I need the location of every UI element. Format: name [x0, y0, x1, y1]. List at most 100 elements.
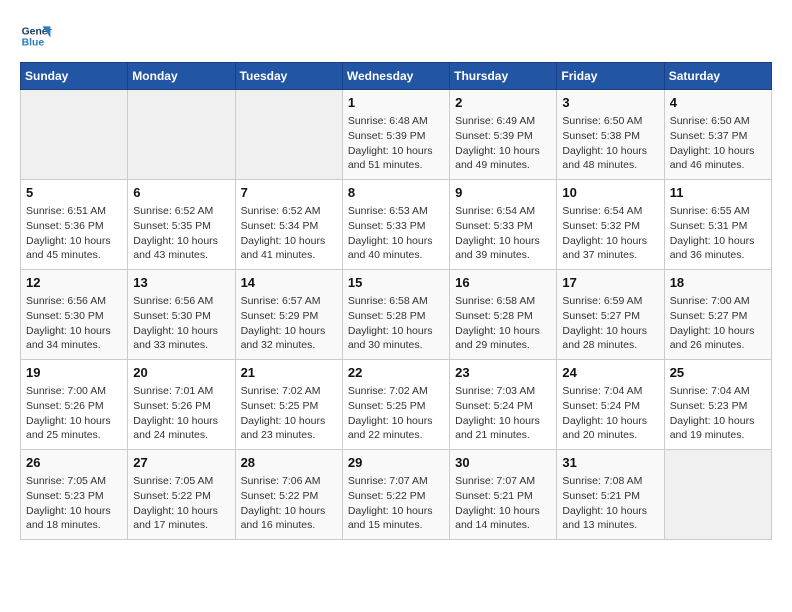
calendar-cell: 16Sunrise: 6:58 AM Sunset: 5:28 PM Dayli… [450, 270, 557, 360]
day-number: 1 [348, 94, 444, 112]
calendar-cell [235, 90, 342, 180]
day-info: Sunrise: 7:02 AM Sunset: 5:25 PM Dayligh… [241, 384, 337, 443]
calendar-cell: 24 Sunrise: 7:04 AM Sunset: 5:24 PM Dayli… [557, 360, 664, 450]
day-info: Sunrise: 7:06 AM Sunset: 5:22 PM Dayligh… [241, 474, 337, 533]
calendar-cell [128, 90, 235, 180]
column-header-thursday: Thursday [450, 63, 557, 90]
calendar-cell: 1 Sunrise: 6:48 AM Sunset: 5:39 PM Daylig… [342, 90, 449, 180]
calendar-cell: 10 Sunrise: 6:54 AM Sunset: 5:32 PM Dayli… [557, 180, 664, 270]
day-number: 21 [241, 364, 337, 382]
day-info: Sunrise: 6:52 AM Sunset: 5:35 PM Dayligh… [133, 204, 229, 263]
calendar-cell: 18 Sunrise: 7:00 AM Sunset: 5:27 PM Dayli… [664, 270, 771, 360]
svg-text:Blue: Blue [22, 38, 45, 49]
day-number: 22 [348, 364, 444, 382]
day-info: Sunrise: 6:55 AM Sunset: 5:31 PM Dayligh… [670, 204, 766, 263]
calendar-cell: 19 Sunrise: 7:00 AM Sunset: 5:26 PM Dayli… [21, 360, 128, 450]
day-info: Sunrise: 7:03 AM Sunset: 5:24 PM Dayligh… [455, 384, 551, 443]
calendar-cell [664, 450, 771, 540]
day-number: 20 [133, 364, 229, 382]
calendar-cell: 22 Sunrise: 7:02 AM Sunset: 5:25 PM Dayli… [342, 360, 449, 450]
day-number: 18 [670, 274, 766, 292]
calendar-cell: 17 Sunrise: 6:59 AM Sunset: 5:27 PM Dayli… [557, 270, 664, 360]
calendar-cell: 28 Sunrise: 7:06 AM Sunset: 5:22 PM Dayli… [235, 450, 342, 540]
day-number: 23 [455, 364, 551, 382]
day-info: Sunrise: 7:02 AM Sunset: 5:25 PM Dayligh… [348, 384, 444, 443]
day-info: Sunrise: 6:54 AM Sunset: 5:32 PM Dayligh… [562, 204, 658, 263]
calendar-cell: 20 Sunrise: 7:01 AM Sunset: 5:26 PM Dayli… [128, 360, 235, 450]
day-number: 6 [133, 184, 229, 202]
column-header-friday: Friday [557, 63, 664, 90]
calendar-cell: 25 Sunrise: 7:04 AM Sunset: 5:23 PM Dayli… [664, 360, 771, 450]
day-number: 3 [562, 94, 658, 112]
column-header-monday: Monday [128, 63, 235, 90]
day-info: Sunrise: 7:01 AM Sunset: 5:26 PM Dayligh… [133, 384, 229, 443]
day-info: Sunrise: 6:56 AM Sunset: 5:30 PM Dayligh… [26, 294, 122, 353]
day-info: Sunrise: 7:08 AM Sunset: 5:21 PM Dayligh… [562, 474, 658, 533]
day-number: 30 [455, 454, 551, 472]
day-number: 26 [26, 454, 122, 472]
calendar-cell: 29Sunrise: 7:07 AM Sunset: 5:22 PM Dayli… [342, 450, 449, 540]
day-info: Sunrise: 7:05 AM Sunset: 5:23 PM Dayligh… [26, 474, 122, 533]
calendar-cell: 6 Sunrise: 6:52 AM Sunset: 5:35 PM Daylig… [128, 180, 235, 270]
day-info: Sunrise: 6:56 AM Sunset: 5:30 PM Dayligh… [133, 294, 229, 353]
calendar-cell: 26 Sunrise: 7:05 AM Sunset: 5:23 PM Dayli… [21, 450, 128, 540]
day-number: 19 [26, 364, 122, 382]
day-info: Sunrise: 6:54 AM Sunset: 5:33 PM Dayligh… [455, 204, 551, 263]
day-info: Sunrise: 6:53 AM Sunset: 5:33 PM Dayligh… [348, 204, 444, 263]
day-info: Sunrise: 6:52 AM Sunset: 5:34 PM Dayligh… [241, 204, 337, 263]
logo: General Blue [20, 20, 56, 52]
calendar-cell: 2 Sunrise: 6:49 AM Sunset: 5:39 PM Daylig… [450, 90, 557, 180]
day-info: Sunrise: 6:50 AM Sunset: 5:38 PM Dayligh… [562, 114, 658, 173]
day-number: 11 [670, 184, 766, 202]
day-number: 14 [241, 274, 337, 292]
day-number: 7 [241, 184, 337, 202]
day-info: Sunrise: 7:00 AM Sunset: 5:26 PM Dayligh… [26, 384, 122, 443]
day-info: Sunrise: 6:51 AM Sunset: 5:36 PM Dayligh… [26, 204, 122, 263]
calendar-header: SundayMondayTuesdayWednesdayThursdayFrid… [21, 63, 772, 90]
calendar-cell: 30 Sunrise: 7:07 AM Sunset: 5:21 PM Dayli… [450, 450, 557, 540]
column-header-wednesday: Wednesday [342, 63, 449, 90]
day-number: 5 [26, 184, 122, 202]
day-info: Sunrise: 7:04 AM Sunset: 5:23 PM Dayligh… [670, 384, 766, 443]
calendar-cell: 7 Sunrise: 6:52 AM Sunset: 5:34 PM Daylig… [235, 180, 342, 270]
day-info: Sunrise: 7:07 AM Sunset: 5:22 PM Dayligh… [348, 474, 444, 533]
calendar-cell: 8 Sunrise: 6:53 AM Sunset: 5:33 PM Daylig… [342, 180, 449, 270]
calendar-table: SundayMondayTuesdayWednesdayThursdayFrid… [20, 62, 772, 540]
column-header-saturday: Saturday [664, 63, 771, 90]
day-number: 13 [133, 274, 229, 292]
calendar-cell: 27 Sunrise: 7:05 AM Sunset: 5:22 PM Dayli… [128, 450, 235, 540]
day-number: 10 [562, 184, 658, 202]
page-header: General Blue [20, 20, 772, 52]
day-info: Sunrise: 7:07 AM Sunset: 5:21 PM Dayligh… [455, 474, 551, 533]
day-info: Sunrise: 6:57 AM Sunset: 5:29 PM Dayligh… [241, 294, 337, 353]
calendar-cell: 5 Sunrise: 6:51 AM Sunset: 5:36 PM Daylig… [21, 180, 128, 270]
calendar-cell: 15Sunrise: 6:58 AM Sunset: 5:28 PM Dayli… [342, 270, 449, 360]
day-info: Sunrise: 6:49 AM Sunset: 5:39 PM Dayligh… [455, 114, 551, 173]
calendar-cell: 9 Sunrise: 6:54 AM Sunset: 5:33 PM Daylig… [450, 180, 557, 270]
day-number: 31 [562, 454, 658, 472]
day-number: 4 [670, 94, 766, 112]
day-number: 17 [562, 274, 658, 292]
day-info: Sunrise: 7:05 AM Sunset: 5:22 PM Dayligh… [133, 474, 229, 533]
day-info: Sunrise: 7:04 AM Sunset: 5:24 PM Dayligh… [562, 384, 658, 443]
day-number: 24 [562, 364, 658, 382]
column-header-sunday: Sunday [21, 63, 128, 90]
day-number: 9 [455, 184, 551, 202]
day-info: Sunrise: 6:59 AM Sunset: 5:27 PM Dayligh… [562, 294, 658, 353]
day-number: 25 [670, 364, 766, 382]
column-header-tuesday: Tuesday [235, 63, 342, 90]
day-number: 27 [133, 454, 229, 472]
day-info: Sunrise: 7:00 AM Sunset: 5:27 PM Dayligh… [670, 294, 766, 353]
day-number: 2 [455, 94, 551, 112]
day-info: Sunrise: 6:48 AM Sunset: 5:39 PM Dayligh… [348, 114, 444, 173]
day-number: 8 [348, 184, 444, 202]
calendar-cell: 13 Sunrise: 6:56 AM Sunset: 5:30 PM Dayli… [128, 270, 235, 360]
calendar-cell: 11 Sunrise: 6:55 AM Sunset: 5:31 PM Dayli… [664, 180, 771, 270]
day-number: 28 [241, 454, 337, 472]
day-info: Sunrise: 6:58 AM Sunset: 5:28 PM Dayligh… [348, 294, 444, 353]
calendar-cell: 14 Sunrise: 6:57 AM Sunset: 5:29 PM Dayli… [235, 270, 342, 360]
calendar-cell: 12Sunrise: 6:56 AM Sunset: 5:30 PM Dayli… [21, 270, 128, 360]
calendar-cell: 4 Sunrise: 6:50 AM Sunset: 5:37 PM Daylig… [664, 90, 771, 180]
day-info: Sunrise: 6:50 AM Sunset: 5:37 PM Dayligh… [670, 114, 766, 173]
calendar-cell: 21 Sunrise: 7:02 AM Sunset: 5:25 PM Dayli… [235, 360, 342, 450]
